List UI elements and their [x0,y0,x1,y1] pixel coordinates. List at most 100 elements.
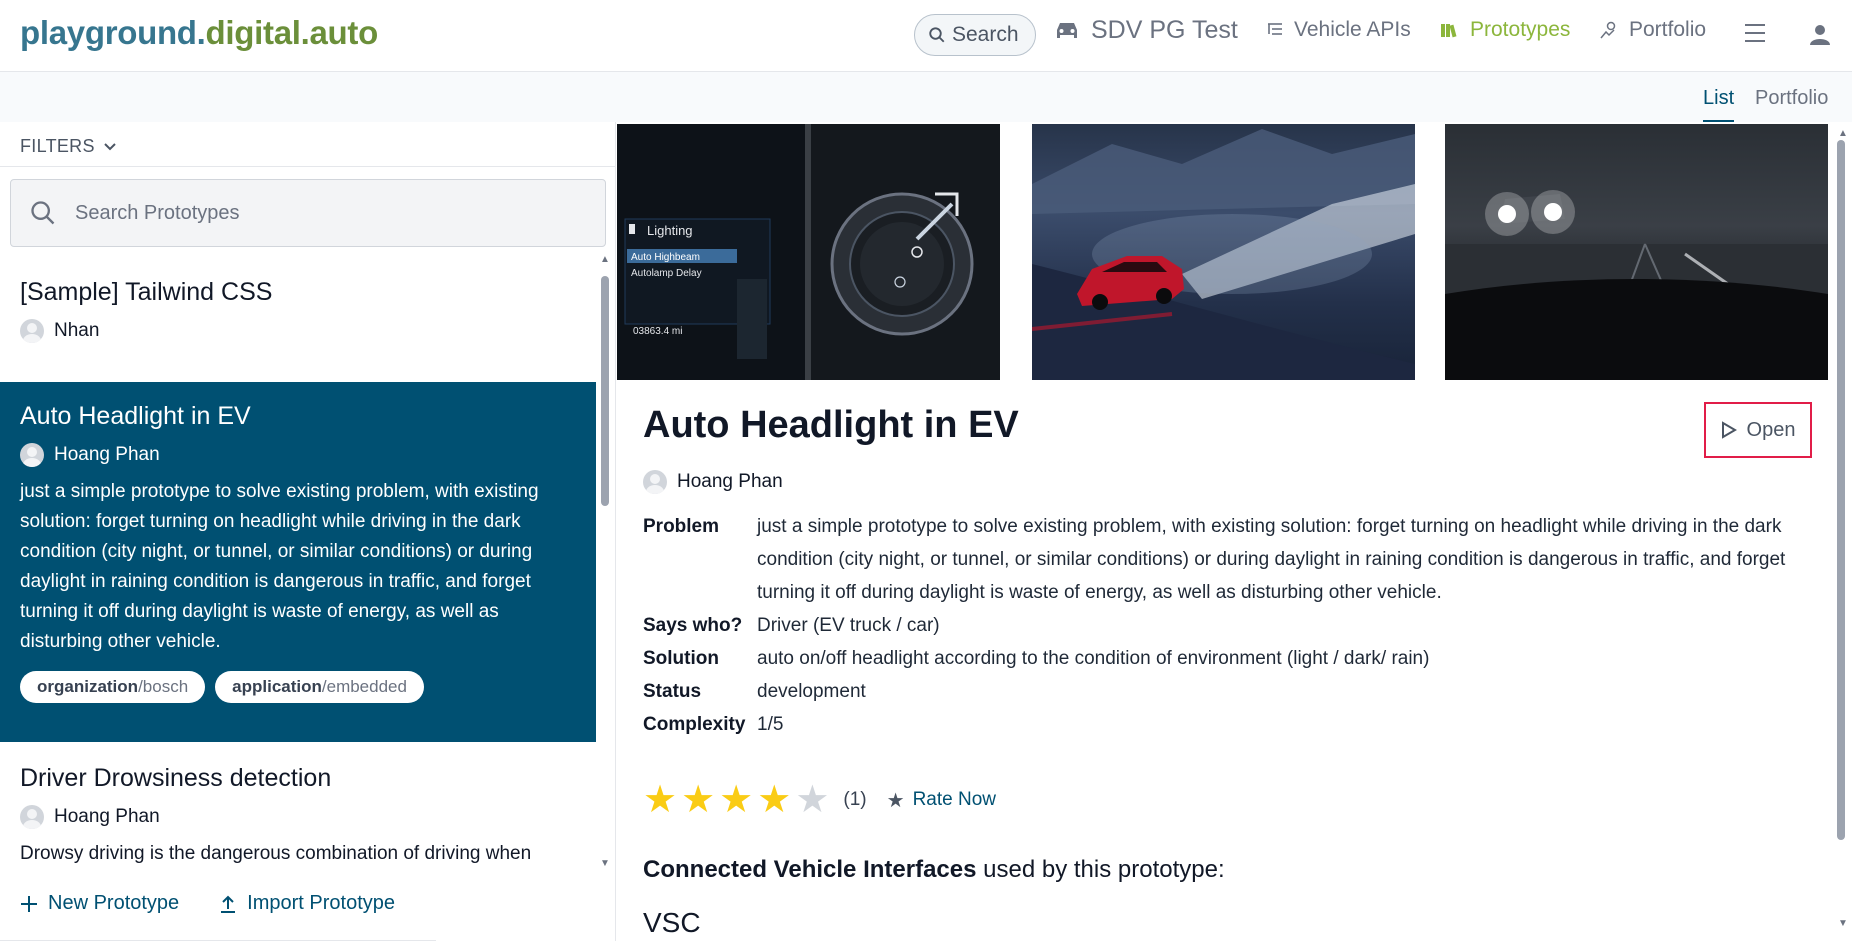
tag-list: organization/bosch application/embedded [20,671,576,703]
nav-vehicle-apis-label: Vehicle APIs [1294,18,1411,41]
search-icon [929,27,945,43]
info-row-status: Status development [643,675,1803,708]
star-icon[interactable]: ★ [681,781,715,819]
prototype-search-placeholder: Search Prototypes [75,201,240,224]
odometer-text: 03863.4 mi [633,326,682,337]
author-name: Hoang Phan [677,471,783,492]
tree-list-icon [1268,23,1282,35]
car-icon [1057,22,1077,38]
filters-label: FILTERS [20,136,95,156]
prototype-title: [Sample] Tailwind CSS [20,278,273,306]
nav-vehicle-apis[interactable]: Vehicle APIs [1266,18,1411,42]
prototype-title: Auto Headlight in EV [20,402,251,430]
prototype-search-input[interactable]: Search Prototypes [10,179,606,247]
prototype-detail: Lighting Auto Highbeam Autolamp Delay 03… [617,122,1835,941]
scroll-up-icon[interactable]: ▲ [1838,128,1848,139]
prototype-title: Driver Drowsiness detection [20,764,332,792]
prototype-image-night-drive[interactable] [1032,124,1415,380]
star-icon[interactable]: ★ [719,781,753,819]
info-key: Problem [643,516,720,537]
upload-icon [221,895,236,913]
new-prototype-button[interactable]: New Prototype [20,892,179,915]
cvi-heading: Connected Vehicle Interfaces used by thi… [643,856,1225,883]
prototype-list-item[interactable]: [Sample] Tailwind CSS Nhan [0,278,596,343]
model-selector[interactable]: SDV PG Test [1053,16,1238,45]
chart-person-icon [1600,21,1616,39]
star-icon[interactable]: ★ [757,781,791,819]
rate-now-label: Rate Now [912,789,996,810]
star-icon[interactable]: ★ [643,781,677,819]
tab-list[interactable]: List [1703,87,1735,122]
info-row-complexity: Complexity 1/5 [643,708,1803,741]
prototype-image-dashboard[interactable]: Lighting Auto Highbeam Autolamp Delay 03… [617,124,1000,380]
vsc-heading: VSC [643,907,701,938]
sidebar-scroll-thumb[interactable] [601,276,609,506]
author-name: Hoang Phan [54,806,160,827]
prototype-image-oncoming-headlights[interactable] [1445,124,1828,380]
info-row-solution: Solution auto on/off headlight according… [643,642,1803,675]
info-key: Complexity [643,714,746,735]
info-key: Solution [643,648,719,669]
scroll-up-icon[interactable]: ▲ [600,254,610,265]
scroll-down-icon[interactable]: ▼ [600,858,610,869]
filters-toggle[interactable]: FILTERS [20,136,117,157]
prototype-description: Drowsy driving is the dangerous combinat… [20,843,532,864]
open-prototype-button[interactable]: Open [1704,402,1812,458]
search-label: Search [952,23,1019,46]
view-tabs-bar: List Portfolio [0,72,1852,122]
rate-now-button[interactable]: ★ Rate Now [887,788,996,813]
import-prototype-label: Import Prototype [247,892,396,914]
tag-organization[interactable]: organization/bosch [20,671,206,703]
dashboard-illustration: Lighting Auto Highbeam Autolamp Delay 03… [617,124,1000,380]
nav-prototypes-label: Prototypes [1470,18,1571,41]
global-search-button[interactable]: Search [914,14,1036,56]
tab-portfolio[interactable]: Portfolio [1755,87,1828,110]
avatar [643,470,667,494]
auto-highbeam-text: Auto Highbeam [631,252,700,263]
books-icon [1441,24,1457,38]
prototype-list-item-selected[interactable]: Auto Headlight in EV Hoang Phan just a s… [0,382,596,742]
sidebar-footer: New Prototype Import Prototype [0,878,596,941]
detail-scroll-thumb[interactable] [1837,140,1845,840]
prototype-info-table: Problem just a simple prototype to solve… [643,510,1803,741]
author-name: Hoang Phan [54,444,160,465]
star-icon[interactable]: ★ [795,781,829,819]
info-value: 1/5 [757,714,784,735]
top-navbar: playground.digital.auto Search SDV PG Te… [0,0,1852,72]
lighting-text: Lighting [647,223,693,238]
prototype-author: Hoang Phan [20,443,576,467]
sidebar-scrollbar[interactable]: ▲ ▼ [598,254,612,872]
play-icon [1721,421,1737,439]
info-key: Says who? [643,615,743,636]
user-icon[interactable] [1808,22,1832,46]
prototype-list-item[interactable]: Driver Drowsiness detection Hoang Phan D… [0,764,596,869]
night-drive-illustration [1032,129,1415,380]
nav-prototypes[interactable]: Prototypes [1440,18,1570,42]
headlights-illustration [1445,190,1828,380]
rating-count: (1) [843,789,867,810]
avatar [20,319,44,343]
sidebar-actions: New Prototype Import Prototype [20,892,395,915]
prototype-detail-author: Hoang Phan [643,470,783,494]
info-row-says-who: Says who? Driver (EV truck / car) [643,609,1803,642]
menu-icon[interactable] [1745,24,1765,48]
app-logo[interactable]: playground.digital.auto [20,14,378,52]
nav-portfolio[interactable]: Portfolio [1599,18,1706,42]
avatar [20,443,44,467]
chevron-down-icon [104,142,116,150]
tag-application[interactable]: application/embedded [215,671,424,703]
model-name: SDV PG Test [1091,16,1238,44]
search-icon [31,201,55,225]
nav-portfolio-label: Portfolio [1629,18,1707,41]
avatar [20,805,44,829]
info-value: Driver (EV truck / car) [757,615,940,636]
info-value: just a simple prototype to solve existin… [757,516,1786,603]
plus-icon [21,895,37,912]
author-name: Nhan [54,320,100,341]
info-value: auto on/off headlight according to the c… [757,648,1430,669]
import-prototype-button[interactable]: Import Prototype [219,892,395,915]
rating-row: ★ ★ ★ ★ ★ (1) ★ Rate Now [643,781,996,819]
scroll-down-icon[interactable]: ▼ [1838,918,1848,929]
info-value: development [757,681,866,702]
info-key: Status [643,681,702,702]
